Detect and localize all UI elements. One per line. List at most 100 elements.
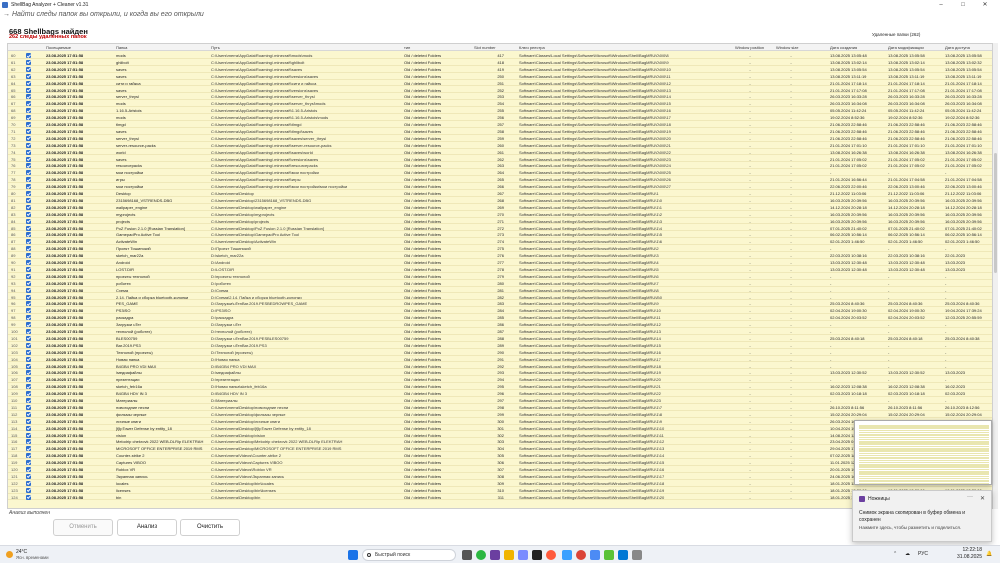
row-checkbox[interactable] bbox=[26, 453, 31, 459]
table-row[interactable]: 87 23.08.2025 17:51:58 ActivateWin C:\Users… bbox=[8, 238, 992, 246]
row-checkbox[interactable] bbox=[26, 404, 31, 410]
table-row[interactable]: 84 23.08.2025 17:51:58 projects C:\Users\me… bbox=[8, 218, 992, 225]
table-row[interactable]: 86 23.08.2025 17:51:58 GamepadPro Active T… bbox=[8, 231, 992, 239]
table-row[interactable]: 114 23.08.2025 17:51:58 [t]lpTower Defense… bbox=[8, 425, 992, 432]
row-checkbox[interactable] bbox=[26, 418, 31, 424]
row-checkbox[interactable] bbox=[26, 239, 31, 245]
table-row[interactable]: 74 23.08.2025 17:51:58 world C:\Users\merra… bbox=[8, 149, 992, 156]
notification-menu-icon[interactable]: ··· bbox=[967, 494, 973, 500]
table-row[interactable]: 75 23.08.2025 17:51:58 saves C:\Users\merra… bbox=[8, 156, 992, 163]
column-header[interactable]: тип bbox=[404, 45, 410, 50]
row-checkbox[interactable] bbox=[26, 349, 31, 355]
app-icon-3[interactable] bbox=[562, 550, 572, 560]
row-checkbox[interactable] bbox=[26, 225, 31, 231]
app-icon-1[interactable] bbox=[518, 550, 528, 560]
row-checkbox[interactable] bbox=[26, 128, 31, 134]
table-row[interactable]: 83 23.08.2025 17:51:58 myprojects C:\Users\… bbox=[8, 211, 992, 218]
column-header[interactable]: Window position bbox=[735, 45, 764, 50]
column-header[interactable]: Посещаемые bbox=[46, 45, 71, 50]
row-checkbox[interactable] bbox=[26, 308, 31, 314]
cancel-button[interactable]: Отменить bbox=[53, 519, 113, 536]
row-checkbox[interactable] bbox=[26, 439, 31, 445]
table-row[interactable]: 69 23.08.2025 17:51:58 mods C:\Users\merra\… bbox=[8, 114, 992, 121]
row-checkbox[interactable] bbox=[26, 73, 31, 79]
table-row[interactable]: 67 23.08.2025 17:51:58 mods C:\Users\merra\… bbox=[8, 100, 992, 108]
row-checkbox[interactable] bbox=[26, 184, 31, 190]
row-checkbox[interactable] bbox=[26, 232, 31, 238]
table-row[interactable]: 80 23.08.2025 17:51:58 Desktop C:\Users\mer… bbox=[8, 190, 992, 197]
app-icon-4[interactable] bbox=[590, 550, 600, 560]
row-checkbox[interactable] bbox=[26, 370, 31, 376]
table-row[interactable]: 72 23.08.2025 17:51:58 server_thrysl C:\Use… bbox=[8, 135, 992, 142]
table-row[interactable]: 104 23.08.2025 17:51:58 Новая папка D:\Нова… bbox=[8, 356, 992, 363]
analyze-button[interactable]: Анализ bbox=[117, 519, 177, 536]
table-row[interactable]: 102 23.08.2025 17:51:58 Bar.2019.PS3 D:\Заг… bbox=[8, 342, 992, 349]
row-checkbox[interactable] bbox=[26, 149, 31, 155]
column-header[interactable]: Ключ реестра bbox=[519, 45, 545, 50]
app-icon-7[interactable] bbox=[632, 550, 642, 560]
file-explorer-icon[interactable] bbox=[504, 550, 514, 560]
row-checkbox[interactable] bbox=[26, 197, 31, 203]
table-row[interactable]: 95 23.08.2025 17:51:58 2.14. Пайка и сборк… bbox=[8, 294, 992, 301]
row-checkbox[interactable] bbox=[26, 356, 31, 362]
row-checkbox[interactable] bbox=[26, 253, 31, 259]
table-row[interactable]: 70 23.08.2025 17:51:58 tlmgd C:\Users\merra… bbox=[8, 121, 992, 128]
row-checkbox[interactable] bbox=[26, 335, 31, 341]
table-row[interactable]: 94 23.08.2025 17:51:58 Схема D:\Схема Old / … bbox=[8, 287, 992, 294]
row-checkbox[interactable] bbox=[26, 122, 31, 127]
row-checkbox[interactable] bbox=[26, 142, 31, 148]
clean-button[interactable]: Очистить bbox=[180, 519, 240, 536]
table-row[interactable]: 64 23.08.2025 17:51:58 сити и гайкса C:\Use… bbox=[8, 80, 992, 87]
row-checkbox[interactable] bbox=[26, 391, 31, 397]
table-row[interactable]: 122 23.08.2025 17:51:58 locales C:\Users\me… bbox=[8, 480, 992, 487]
table-row[interactable]: 110 23.08.2025 17:51:58 Материалы D:\Матери… bbox=[8, 397, 992, 404]
scrollbar-thumb[interactable] bbox=[994, 153, 997, 273]
row-checkbox[interactable] bbox=[26, 87, 31, 93]
table-row[interactable]: 91 23.08.2025 17:51:58 LOST.DIR D:\LOST.DIR… bbox=[8, 266, 992, 273]
row-checkbox[interactable] bbox=[26, 94, 31, 100]
table-row[interactable]: 76 23.08.2025 17:51:58 resourcepacks C:\Use… bbox=[8, 162, 992, 170]
table-row[interactable]: 120 23.08.2025 17:51:58 Roblox VR C:\Users\… bbox=[8, 466, 992, 473]
tray-cloud-icon[interactable]: ☁ bbox=[905, 551, 910, 557]
app-icon-2[interactable] bbox=[532, 550, 542, 560]
row-checkbox[interactable] bbox=[26, 384, 31, 390]
table-row[interactable]: 73 23.08.2025 17:51:58 server-resource-pac… bbox=[8, 142, 992, 149]
table-row[interactable]: 66 23.08.2025 17:51:58 server_thrysl C:\Use… bbox=[8, 93, 992, 101]
table-row[interactable]: 103 23.08.2025 17:51:58 Технолой (проекты)… bbox=[8, 349, 992, 356]
table-row[interactable]: 97 23.08.2025 17:51:58 PS3ISO D:\PS3ISO Old … bbox=[8, 307, 992, 315]
row-checkbox[interactable] bbox=[26, 432, 31, 438]
table-row[interactable]: 88 23.08.2025 17:51:58 Проект Тишинский D:\… bbox=[8, 245, 992, 253]
row-checkbox[interactable] bbox=[26, 170, 31, 176]
table-row[interactable]: 85 23.08.2025 17:51:58 PoZ Fusion 2.1.0 [R… bbox=[8, 225, 992, 232]
table-row[interactable]: 124 23.08.2025 17:51:58 bin C:\Users\merra\… bbox=[8, 494, 992, 501]
row-checkbox[interactable] bbox=[26, 473, 31, 479]
chrome-icon[interactable] bbox=[576, 550, 586, 560]
row-checkbox[interactable] bbox=[26, 487, 31, 493]
table-row[interactable]: 123 23.08.2025 17:51:58 licenses C:\Users\m… bbox=[8, 487, 992, 494]
row-checkbox[interactable] bbox=[26, 211, 31, 217]
table-row[interactable]: 115 23.08.2025 17:51:58 vision C:\Users\mer… bbox=[8, 432, 992, 439]
table-row[interactable]: 90 23.08.2025 17:51:58 Android D:\Android Ol… bbox=[8, 259, 992, 266]
row-checkbox[interactable] bbox=[26, 398, 31, 403]
close-button[interactable]: ✕ bbox=[974, 0, 996, 10]
table-row[interactable]: 106 23.08.2025 17:51:58 \медиафайлы D:\меди… bbox=[8, 369, 992, 377]
start-icon[interactable] bbox=[348, 550, 358, 560]
table-row[interactable]: 112 23.08.2025 17:51:58 фильмы черные C:\Us… bbox=[8, 411, 992, 418]
row-checkbox[interactable] bbox=[26, 287, 31, 293]
table-row[interactable]: 100 23.08.2025 17:51:58 технолой (роботех)… bbox=[8, 328, 992, 335]
app-icon-5[interactable] bbox=[604, 550, 614, 560]
task-view-icon[interactable] bbox=[462, 550, 472, 560]
table-row[interactable]: 92 23.08.2025 17:51:58 проекты технолой D:\… bbox=[8, 273, 992, 280]
table-row[interactable]: 99 23.08.2025 17:51:58 Загрузки uTer D:\Заг… bbox=[8, 321, 992, 328]
table-row[interactable]: 82 23.08.2025 17:51:58 wallpaper_engine C:\… bbox=[8, 204, 992, 211]
row-checkbox[interactable] bbox=[26, 156, 31, 162]
table-row[interactable]: 63 23.08.2025 17:51:58 saves C:\Users\merra… bbox=[8, 73, 992, 80]
column-header[interactable]: Дата модификации bbox=[888, 45, 924, 50]
row-checkbox[interactable] bbox=[26, 135, 31, 141]
row-checkbox[interactable] bbox=[26, 273, 31, 279]
minimize-button[interactable]: – bbox=[930, 0, 952, 10]
table-row[interactable]: 65 23.08.2025 17:51:58 saves C:\Users\merra… bbox=[8, 87, 992, 94]
table-row[interactable]: 105 23.08.2025 17:51:58 B4GB4 PRO VDI MAX D… bbox=[8, 363, 992, 370]
table-row[interactable]: 62 23.08.2025 17:51:58 saves C:\Users\merra… bbox=[8, 66, 992, 73]
row-checkbox[interactable] bbox=[26, 80, 31, 86]
